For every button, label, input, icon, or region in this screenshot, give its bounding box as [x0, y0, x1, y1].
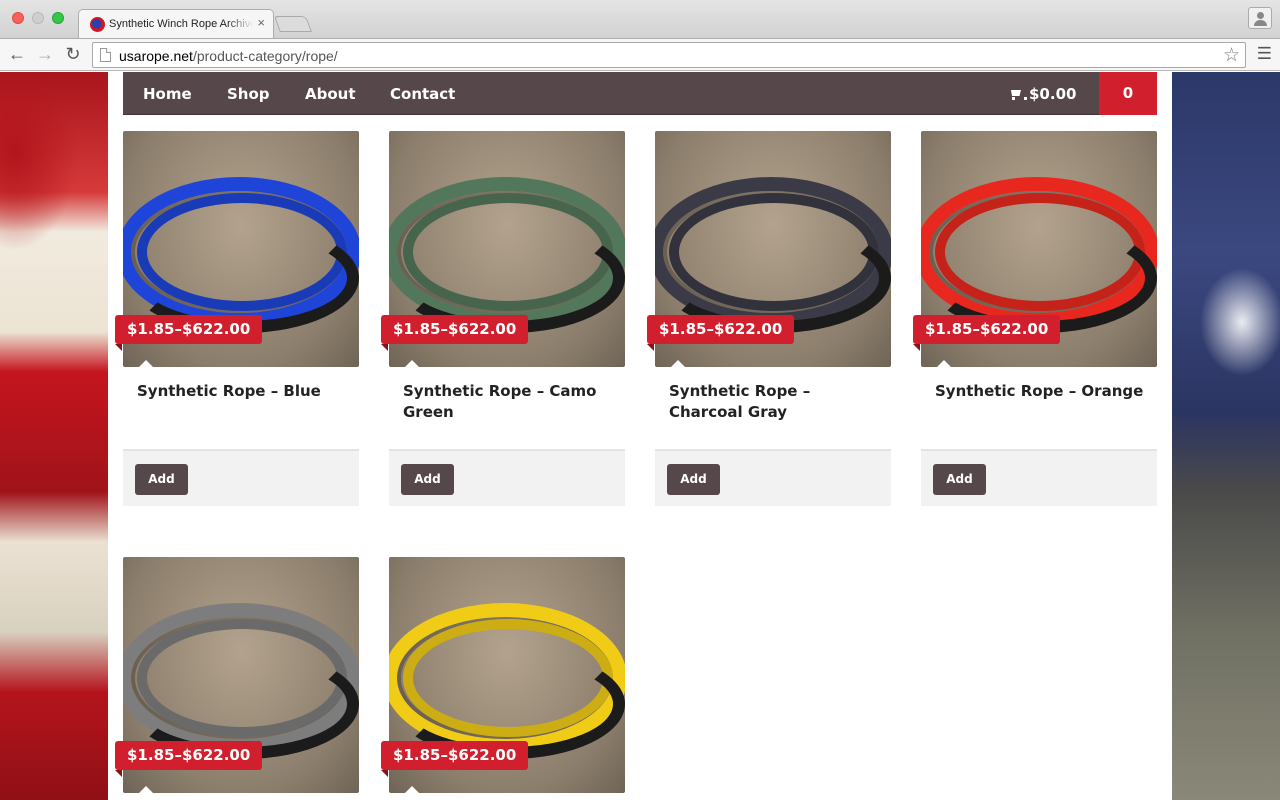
product-footer: Add — [921, 449, 1157, 506]
maximize-window-button[interactable] — [52, 12, 64, 24]
add-to-cart-button[interactable]: Add — [933, 464, 986, 495]
image-notch — [405, 786, 419, 793]
price-tag: $1.85–$622.00 — [115, 315, 263, 351]
cart-count-badge[interactable]: 0 — [1099, 72, 1157, 115]
tab-title: Synthetic Winch Rope Archives — [109, 18, 253, 30]
add-to-cart-button[interactable]: Add — [135, 464, 188, 495]
nav-home[interactable]: Home — [143, 85, 192, 103]
price-tag: $1.85–$622.00 — [913, 315, 1061, 351]
user-profile-icon[interactable] — [1248, 7, 1272, 29]
product-footer: Add — [123, 449, 359, 506]
flag-background-right — [1172, 72, 1280, 800]
browser-titlebar: Synthetic Winch Rope Archives × — [0, 0, 1280, 39]
product-name[interactable]: Synthetic Rope – Camo Green — [403, 381, 613, 423]
product-name[interactable]: Synthetic Rope – Orange — [935, 381, 1145, 402]
address-bar[interactable]: usarope.net/product-category/rope/ ☆ — [92, 42, 1246, 68]
flag-background-left — [0, 72, 108, 800]
price-tag: $1.85–$622.00 — [381, 315, 529, 351]
add-to-cart-button[interactable]: Add — [667, 464, 720, 495]
browser-toolbar: ← → ↻ usarope.net/product-category/rope/… — [0, 38, 1280, 71]
url-domain: usarope.net — [119, 48, 193, 64]
image-notch — [139, 360, 153, 367]
site-navigation: Home Shop About Contact $0.00 0 — [123, 72, 1157, 115]
back-arrow-icon[interactable]: ← — [6, 43, 28, 65]
cart-total-link[interactable]: $0.00 — [1009, 85, 1076, 103]
cart-total: $0.00 — [1029, 85, 1077, 103]
url-path: /product-category/rope/ — [192, 48, 338, 64]
image-notch — [671, 360, 685, 367]
reload-icon[interactable]: ↻ — [62, 43, 84, 65]
add-to-cart-button[interactable]: Add — [401, 464, 454, 495]
new-tab-button[interactable] — [274, 16, 312, 32]
nav-shop[interactable]: Shop — [227, 85, 270, 103]
minimize-window-button[interactable] — [32, 12, 44, 24]
product-footer: Add — [389, 449, 625, 506]
image-notch — [405, 360, 419, 367]
product-name[interactable]: Synthetic Rope – Charcoal Gray — [669, 381, 879, 423]
nav-contact[interactable]: Contact — [390, 85, 455, 103]
favicon-icon — [90, 17, 105, 32]
forward-arrow-icon[interactable]: → — [34, 43, 56, 65]
browser-tab[interactable]: Synthetic Winch Rope Archives × — [78, 9, 274, 39]
tab-close-icon[interactable]: × — [257, 15, 265, 30]
nav-about[interactable]: About — [305, 85, 356, 103]
url-text: usarope.net/product-category/rope/ — [119, 48, 338, 64]
close-window-button[interactable] — [12, 12, 24, 24]
image-notch — [139, 786, 153, 793]
browser-menu-icon[interactable]: ☰ — [1257, 44, 1272, 64]
image-notch — [937, 360, 951, 367]
price-tag: $1.85–$622.00 — [381, 741, 529, 777]
price-tag: $1.85–$622.00 — [115, 741, 263, 777]
product-name[interactable]: Synthetic Rope – Blue — [137, 381, 347, 402]
price-tag: $1.85–$622.00 — [647, 315, 795, 351]
page-icon — [100, 48, 111, 62]
cart-icon — [1009, 89, 1027, 100]
page-content: Home Shop About Contact $0.00 0 $1.85–$6… — [108, 72, 1172, 800]
bookmark-star-icon[interactable]: ☆ — [1223, 44, 1240, 67]
product-footer: Add — [655, 449, 891, 506]
page-viewport: Home Shop About Contact $0.00 0 $1.85–$6… — [0, 72, 1280, 800]
